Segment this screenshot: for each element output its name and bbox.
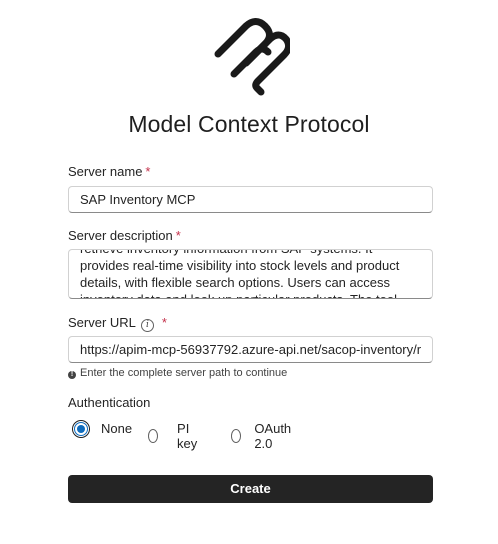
required-asterisk: * xyxy=(175,228,181,243)
info-icon[interactable]: i xyxy=(140,319,154,332)
page-title: Model Context Protocol xyxy=(128,111,370,137)
server-description-label-text: Server description xyxy=(68,228,173,243)
server-description-textarea[interactable]: retrieve inventory information from SAP … xyxy=(68,249,433,299)
radio-pi-key-circle[interactable] xyxy=(148,429,159,443)
mcp-logo-icon xyxy=(214,18,290,96)
radio-oauth-label[interactable]: OAuth 2.0 xyxy=(254,421,295,451)
required-asterisk: * xyxy=(161,315,167,330)
required-asterisk: * xyxy=(145,164,151,179)
server-description-label: Server description * xyxy=(68,228,181,243)
info-filled-icon: ! xyxy=(68,371,76,379)
server-name-label-text: Server name xyxy=(68,164,143,179)
server-url-hint-text: Enter the complete server path to contin… xyxy=(80,367,288,379)
create-button[interactable]: Create xyxy=(68,475,433,503)
server-url-label: Server URL i * xyxy=(68,315,167,332)
radio-none-label[interactable]: None xyxy=(101,421,132,436)
radio-none-circle[interactable] xyxy=(72,419,90,438)
server-url-input[interactable]: https://apim-mcp-56937792.azure-api.net/… xyxy=(68,336,433,363)
server-url-hint: ! Enter the complete server path to conti… xyxy=(68,367,287,379)
server-name-input[interactable]: SAP Inventory MCP xyxy=(68,186,433,213)
description-line: provides real-time visibility into stock… xyxy=(80,258,400,273)
radio-oauth-circle[interactable] xyxy=(231,429,242,443)
radio-option-none[interactable]: None xyxy=(72,419,132,438)
server-description-text: retrieve inventory information from SAP … xyxy=(80,250,420,298)
description-line: retrieve inventory information from SAP … xyxy=(80,250,420,257)
description-line: inventory data and look up particular pr… xyxy=(80,291,420,298)
radio-option-pi-key[interactable]: PI key xyxy=(148,421,201,451)
description-line: details, with flexible search options. U… xyxy=(80,275,390,290)
radio-pi-key-label[interactable]: PI key xyxy=(177,421,201,451)
server-url-label-text: Server URL xyxy=(68,315,136,330)
server-name-label: Server name * xyxy=(68,164,150,179)
radio-option-oauth[interactable]: OAuth 2.0 xyxy=(231,421,295,451)
authentication-label: Authentication xyxy=(68,395,151,410)
